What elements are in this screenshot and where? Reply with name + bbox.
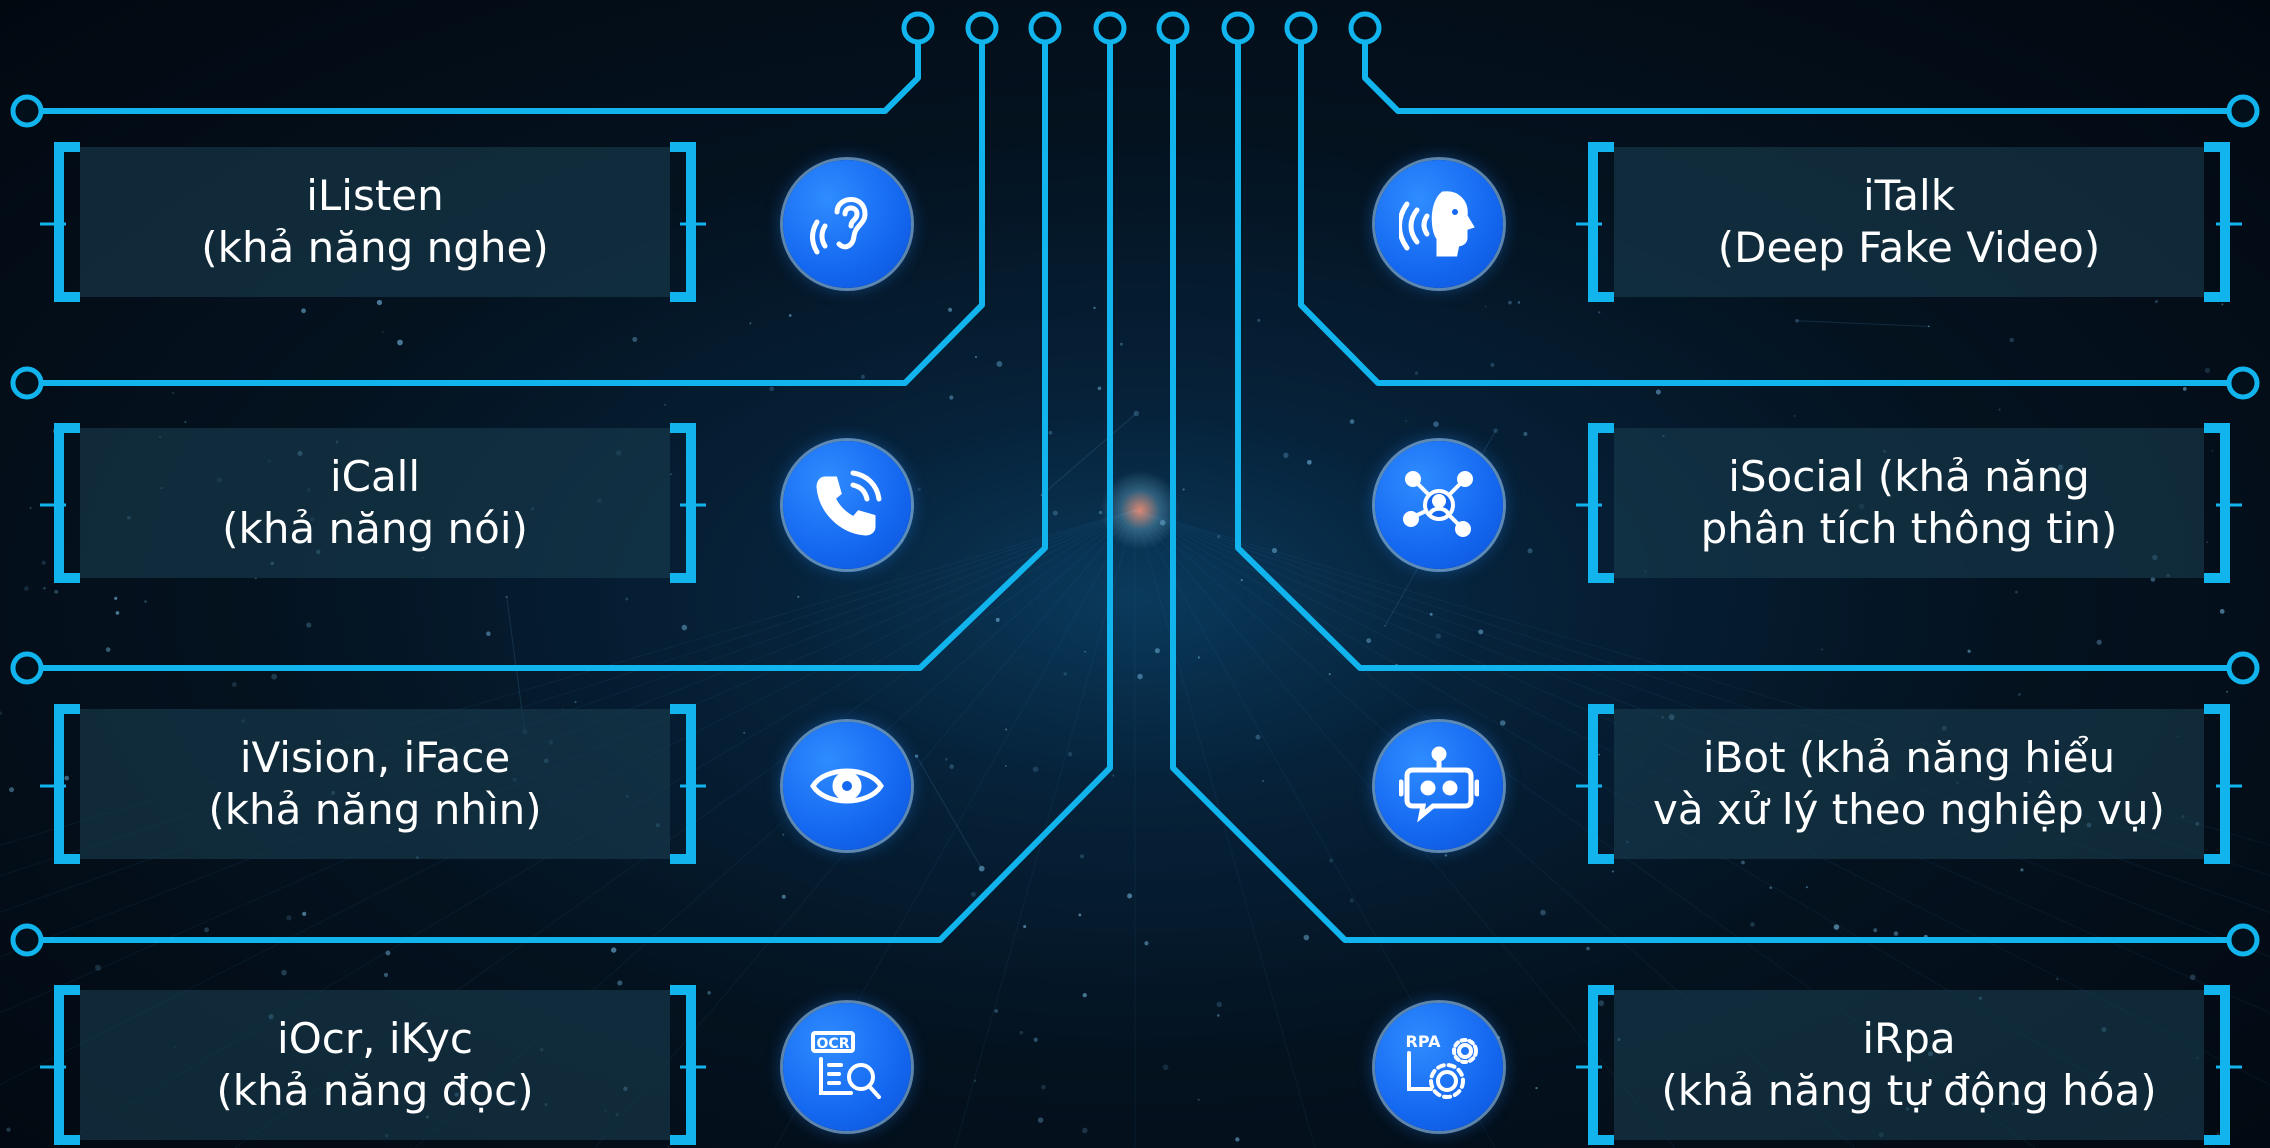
module-subtitle: phân tích thông tin) — [1700, 504, 2118, 553]
phone-call-icon — [783, 441, 911, 569]
right-node-3 — [2226, 651, 2260, 685]
circuit-trace-1 — [27, 28, 921, 114]
right-node-4 — [2226, 923, 2260, 957]
module-card-isocial: iSocial (khả năng phân tích thông tin) — [1588, 423, 2230, 583]
module-subtitle: (khả năng đọc) — [216, 1066, 534, 1115]
ocr-icon-text: OCR — [817, 1036, 850, 1052]
eye-icon — [783, 722, 911, 850]
module-card-icall: iCall (khả năng nói) — [54, 423, 696, 583]
module-card-italk: iTalk (Deep Fake Video) — [1588, 142, 2230, 302]
module-subtitle: (khả năng nhìn) — [208, 785, 542, 834]
top-node-3 — [1028, 11, 1062, 45]
rpa-icon-text: RPA — [1406, 1032, 1442, 1051]
module-subtitle: (khả năng nói) — [222, 504, 528, 553]
module-subtitle: (khả năng nghe) — [201, 223, 549, 272]
bracket-left — [1588, 704, 1614, 864]
module-card-ivision: iVision, iFace (khả năng nhìn) — [54, 704, 696, 864]
ear-sound-icon — [783, 160, 911, 288]
top-node-1 — [901, 11, 935, 45]
bracket-left — [1588, 985, 1614, 1145]
module-card-ibot: iBot (khả năng hiểu và xử lý theo nghiệp… — [1588, 704, 2230, 864]
right-node-1 — [2226, 94, 2260, 128]
top-node-5 — [1156, 11, 1190, 45]
left-node-2 — [10, 366, 44, 400]
robot-chat-icon — [1375, 722, 1503, 850]
bracket-left — [1588, 142, 1614, 302]
bracket-right — [670, 423, 696, 583]
top-node-8 — [1348, 11, 1382, 45]
module-title: iCall — [329, 452, 421, 501]
bracket-right — [2204, 704, 2230, 864]
top-node-2 — [965, 11, 999, 45]
rpa-gears-icon: RPA — [1375, 1003, 1503, 1131]
module-subtitle: (khả năng tự động hóa) — [1661, 1066, 2157, 1115]
module-card-irpa: iRpa (khả năng tự động hóa) — [1588, 985, 2230, 1145]
ocr-document-icon: OCR — [783, 1003, 911, 1131]
module-title: iSocial (khả năng — [1728, 452, 2090, 501]
left-node-1 — [10, 94, 44, 128]
bracket-right — [2204, 985, 2230, 1145]
module-title: iListen — [306, 171, 444, 220]
module-title: iTalk — [1862, 171, 1956, 220]
social-network-icon — [1375, 441, 1503, 569]
bracket-left — [54, 423, 80, 583]
speaking-head-icon — [1375, 160, 1503, 288]
module-subtitle: (Deep Fake Video) — [1717, 223, 2101, 272]
bracket-right — [2204, 423, 2230, 583]
bracket-right — [2204, 142, 2230, 302]
top-node-7 — [1284, 11, 1318, 45]
left-node-3 — [10, 651, 44, 685]
module-card-iocr: iOcr, iKyc (khả năng đọc) — [54, 985, 696, 1145]
top-node-4 — [1093, 11, 1127, 45]
top-node-6 — [1221, 11, 1255, 45]
bracket-left — [1588, 423, 1614, 583]
bracket-left — [54, 142, 80, 302]
bracket-right — [670, 985, 696, 1145]
module-card-ilisten: iListen (khả năng nghe) — [54, 142, 696, 302]
module-title: iRpa — [1862, 1014, 1956, 1063]
bracket-right — [670, 142, 696, 302]
module-title: iVision, iFace — [239, 733, 511, 782]
bracket-right — [670, 704, 696, 864]
module-title: iBot (khả năng hiểu — [1702, 733, 2116, 782]
bracket-left — [54, 704, 80, 864]
left-node-4 — [10, 923, 44, 957]
circuit-trace-5 — [1362, 28, 2243, 114]
right-node-2 — [2226, 366, 2260, 400]
bracket-left — [54, 985, 80, 1145]
module-title: iOcr, iKyc — [277, 1014, 473, 1063]
module-subtitle: và xử lý theo nghiệp vụ) — [1653, 785, 2165, 834]
